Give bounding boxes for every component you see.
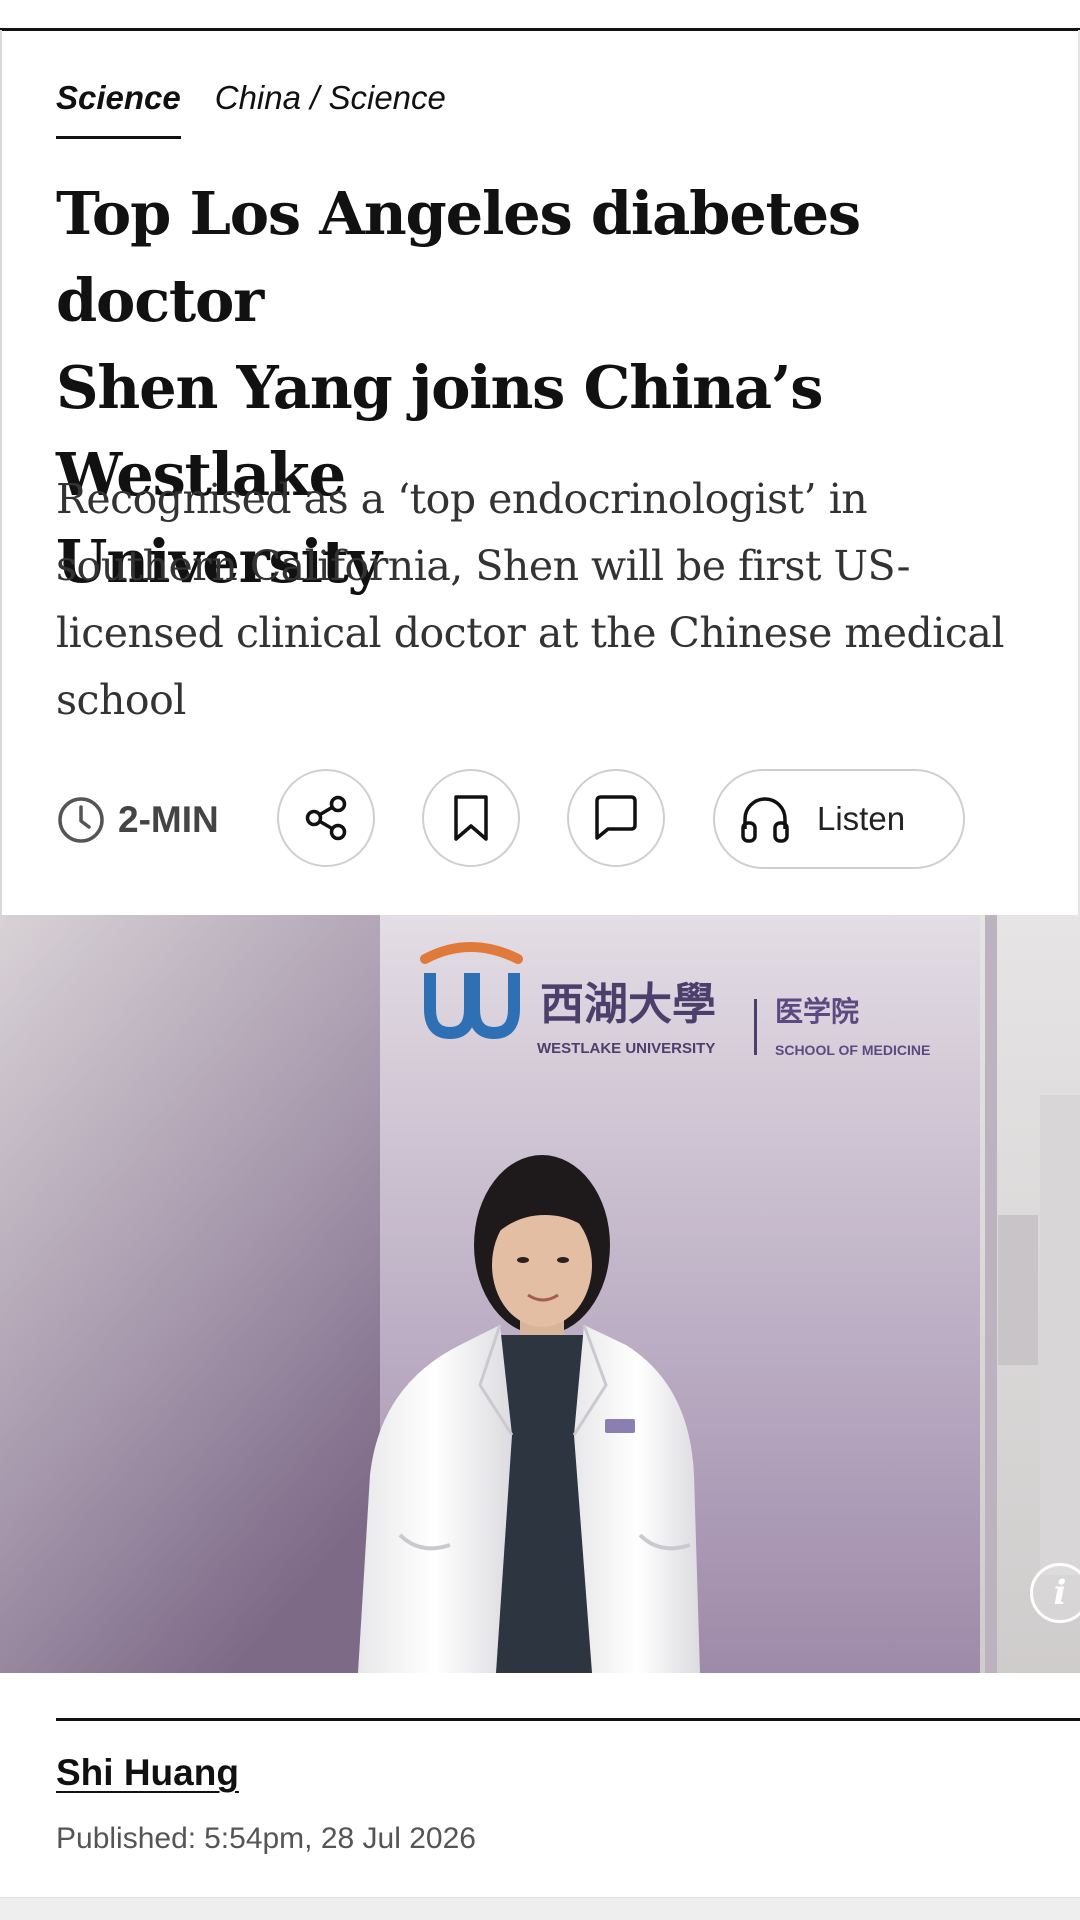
summary-line: licensed clinical doctor at the Chinese … [56,609,1004,657]
clock-icon [58,797,104,843]
breadcrumb: Science China / Science [56,76,446,139]
read-time-label: 2-MIN [118,799,219,840]
published-timestamp: Published: 5:54pm, 28 Jul 2026 [56,1822,476,1856]
listen-label: Listen [817,800,906,837]
author-name-link[interactable]: Shi Huang [56,1752,239,1794]
author-divider [56,1718,1080,1721]
sign-dept-chinese: 医学院 [775,995,859,1028]
summary-line: school [56,676,186,724]
comment-icon [595,795,637,840]
top-divider [0,28,1080,31]
headphones-icon [741,797,789,843]
read-time: 2-MIN [56,793,219,847]
share-button[interactable] [277,769,375,867]
headline-line: Top Los Angeles diabetes doctor [56,179,861,335]
article-summary: Recognised as a ‘top endocrinologist’ in… [56,466,1056,734]
published-label: Published: [56,1822,197,1855]
listen-button[interactable]: Listen [713,769,965,869]
sign-dept-english: SCHOOL OF MEDICINE [775,1042,930,1058]
hero-photo-illustration: 西湖大學 WESTLAKE UNIVERSITY 医学院 SCHOOL OF M… [0,915,1080,1673]
comment-button[interactable] [567,769,665,867]
article-toolbar: 2-MIN Listen [56,769,1016,871]
breadcrumb-section-link[interactable]: Science [56,76,181,139]
hero-image: 西湖大學 WESTLAKE UNIVERSITY 医学院 SCHOOL OF M… [0,915,1080,1673]
bookmark-icon [454,795,488,841]
share-icon [305,795,347,841]
sign-chinese-name: 西湖大學 [540,979,716,1030]
bottom-edge-bar [0,1897,1080,1920]
breadcrumb-path-link[interactable]: China / Science [215,76,446,120]
published-time: 5:54pm, 28 Jul 2026 [204,1822,476,1855]
sign-english-name: WESTLAKE UNIVERSITY [537,1040,715,1057]
left-frame-edge [0,30,2,915]
summary-line: Recognised as a ‘top endocrinologist’ in [56,475,868,523]
summary-line: southern California, Shen will be first … [56,542,910,590]
bookmark-button[interactable] [422,769,520,867]
